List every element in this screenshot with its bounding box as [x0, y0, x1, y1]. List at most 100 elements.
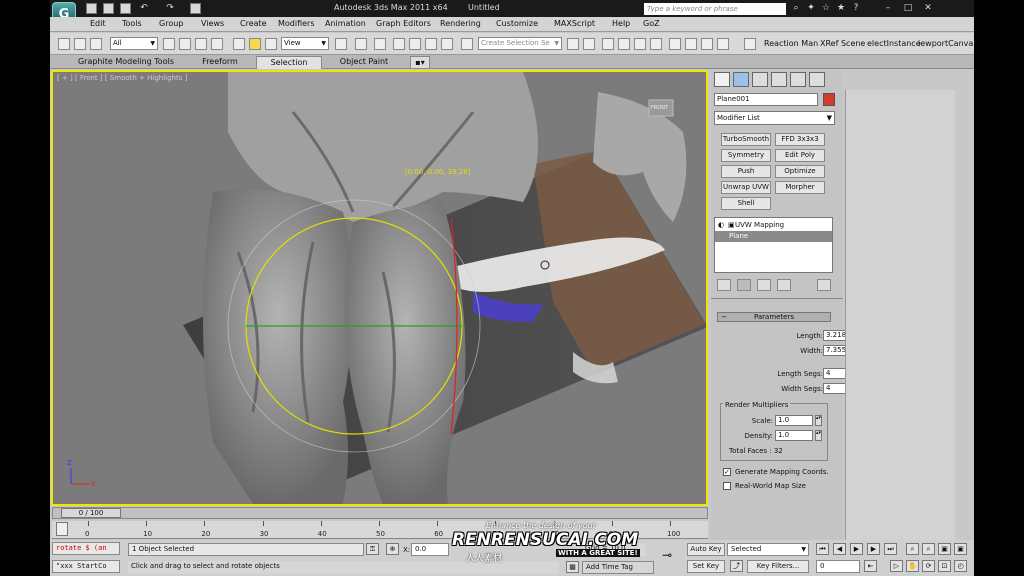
expand-icon[interactable]: ▣	[728, 220, 735, 231]
mirror-icon[interactable]	[567, 38, 579, 50]
tab-object-paint[interactable]: Object Paint	[330, 56, 398, 69]
show-end-result-icon[interactable]	[737, 279, 751, 291]
help-icon[interactable]: ?	[850, 3, 862, 14]
favorites-icon[interactable]: ★	[835, 3, 847, 14]
redo-icon[interactable]: ↷	[164, 3, 176, 14]
scale-spinner[interactable]: ▴▾	[815, 415, 822, 426]
curve-editor-icon[interactable]	[634, 38, 646, 50]
unwrap-uvw-button[interactable]: Unwrap UVW	[721, 181, 771, 194]
menu-graph-editors[interactable]: Graph Editors	[376, 19, 431, 28]
time-slider[interactable]: 0 / 100	[52, 507, 708, 519]
new-file-icon[interactable]	[86, 3, 97, 14]
time-configuration-icon[interactable]: ◴	[954, 560, 967, 572]
x-coordinate-field[interactable]: 0.0	[411, 543, 449, 556]
minimize-icon[interactable]: –	[882, 3, 894, 14]
density-spinner[interactable]: ▴▾	[815, 430, 822, 441]
ffd-3x3x3-button[interactable]: FFD 3x3x3	[775, 133, 825, 146]
real-world-map-size-checkbox[interactable]	[723, 482, 731, 490]
parameters-rollout[interactable]: − Parameters	[717, 312, 831, 322]
reference-coordinate-dropdown[interactable]: View ▼	[281, 37, 329, 50]
menu-create[interactable]: Create	[240, 19, 267, 28]
render-teapot-icon[interactable]	[717, 38, 729, 50]
tab-graphite-modeling-tools[interactable]: Graphite Modeling Tools	[70, 56, 182, 69]
rotate-icon[interactable]	[249, 38, 261, 50]
menu-maxscript[interactable]: MAXScript	[554, 19, 595, 28]
remove-modifier-icon[interactable]	[777, 279, 791, 291]
unlink-icon[interactable]	[74, 38, 86, 50]
menu-goz[interactable]: GoZ	[643, 19, 660, 28]
zoom-all-icon[interactable]: ⌕	[922, 543, 935, 555]
menu-customize[interactable]: Customize	[496, 19, 538, 28]
maxscript-listener-line1[interactable]: rotate $ (an	[52, 542, 120, 555]
zoom-extents-icon[interactable]: ▣	[938, 543, 951, 555]
menu-views[interactable]: Views	[201, 19, 224, 28]
layer-manager-icon[interactable]	[602, 38, 614, 50]
shell-button[interactable]: Shell	[721, 197, 771, 210]
current-frame-field[interactable]: 0	[816, 560, 860, 573]
xref-scene-button[interactable]: XRef Scene	[820, 39, 865, 48]
generate-mapping-checkbox[interactable]: ✓	[723, 468, 731, 476]
select-by-name-icon[interactable]	[179, 38, 191, 50]
object-color-swatch[interactable]	[823, 93, 835, 106]
next-frame-icon[interactable]: ▶	[867, 543, 880, 555]
lock-selection-icon[interactable]: ⚿	[366, 543, 379, 555]
edit-poly-button[interactable]: Edit Poly	[775, 149, 825, 162]
modify-panel-icon[interactable]	[733, 72, 749, 87]
select-link-icon[interactable]	[58, 38, 70, 50]
move-icon[interactable]	[233, 38, 245, 50]
turbosmooth-button[interactable]: TurboSmooth	[721, 133, 771, 146]
hierarchy-panel-icon[interactable]	[752, 72, 768, 87]
angle-snap-icon[interactable]	[409, 38, 421, 50]
previous-frame-icon[interactable]: ◀	[833, 543, 846, 555]
time-slider-thumb[interactable]: 0 / 100	[61, 508, 121, 518]
maximize-icon[interactable]: □	[902, 3, 914, 14]
optimize-button[interactable]: Optimize	[775, 165, 825, 178]
graphite-toggle-icon[interactable]	[618, 38, 630, 50]
schematic-view-icon[interactable]	[650, 38, 662, 50]
mini-curve-editor-icon[interactable]	[56, 522, 68, 536]
field-of-view-icon[interactable]: ▷	[890, 560, 903, 572]
pan-icon[interactable]: ✋	[906, 560, 919, 572]
object-name-field[interactable]: Plane001	[714, 93, 818, 106]
auto-key-button[interactable]: Auto Key	[687, 543, 725, 556]
project-folder-icon[interactable]	[190, 3, 201, 14]
menu-tools[interactable]: Tools	[122, 19, 142, 28]
menu-modifiers[interactable]: Modifiers	[278, 19, 315, 28]
communication-center-icon[interactable]: ☆	[820, 3, 832, 14]
selection-filter-dropdown[interactable]: All ▼	[110, 37, 158, 50]
front-viewport[interactable]: [ + ] [ Front ] [ Smooth + Highlights ] …	[51, 70, 708, 506]
motion-panel-icon[interactable]	[771, 72, 787, 87]
set-key-button[interactable]: Set Key	[687, 560, 725, 573]
named-selection-set-dropdown[interactable]: Create Selection Se ▼	[478, 37, 562, 50]
morpher-button[interactable]: Morpher	[775, 181, 825, 194]
open-file-icon[interactable]	[103, 3, 114, 14]
maxscript-listener-line2[interactable]: "xxx StartCo	[52, 560, 120, 573]
density-field[interactable]: 1.0	[775, 430, 813, 441]
subscription-icon[interactable]: ✦	[805, 3, 817, 14]
keyboard-shortcut-icon[interactable]	[374, 38, 386, 50]
play-icon[interactable]: ▶	[850, 543, 863, 555]
go-to-start-icon[interactable]: ⏮	[816, 543, 829, 555]
modifier-list-dropdown[interactable]: Modifier List ▼	[714, 111, 835, 125]
save-file-icon[interactable]	[120, 3, 131, 14]
lightbulb-icon[interactable]: ◐	[718, 220, 724, 231]
absolute-mode-icon[interactable]: ⊕	[386, 543, 399, 555]
pin-stack-icon[interactable]	[717, 279, 731, 291]
configure-modifier-sets-icon[interactable]	[817, 279, 831, 291]
ribbon-options-icon[interactable]: ▪▾	[410, 56, 430, 69]
percent-snap-icon[interactable]	[425, 38, 437, 50]
menu-rendering[interactable]: Rendering	[440, 19, 481, 28]
menu-group[interactable]: Group	[159, 19, 183, 28]
region-select-icon[interactable]	[195, 38, 207, 50]
scale-field[interactable]: 1.0	[775, 415, 813, 426]
push-button[interactable]: Push	[721, 165, 771, 178]
bind-space-warp-icon[interactable]	[90, 38, 102, 50]
render-setup-icon[interactable]	[685, 38, 697, 50]
align-icon[interactable]	[583, 38, 595, 50]
menu-edit[interactable]: Edit	[90, 19, 106, 28]
key-filters-button[interactable]: Key Filters...	[747, 560, 809, 573]
create-panel-icon[interactable]	[714, 72, 730, 87]
key-mode-toggle-icon[interactable]: ⇤	[864, 560, 877, 572]
scale-icon[interactable]	[265, 38, 277, 50]
tab-selection[interactable]: Selection	[256, 56, 322, 69]
